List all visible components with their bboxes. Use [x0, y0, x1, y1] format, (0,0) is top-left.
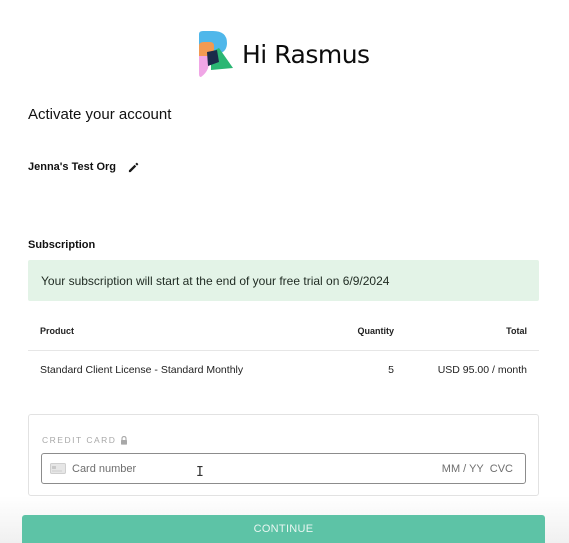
organization-name: Jenna's Test Org: [28, 161, 116, 173]
page-title: Activate your account: [28, 106, 172, 123]
column-header-quantity: Quantity: [357, 326, 394, 336]
trial-notice-banner: Your subscription will start at the end …: [28, 260, 539, 301]
text-cursor-icon: I: [196, 465, 204, 480]
card-number-input[interactable]: Card number MM / YY CVC: [41, 453, 526, 484]
column-header-product: Product: [40, 326, 75, 336]
expiry-placeholder[interactable]: MM / YY: [442, 463, 484, 475]
brand-logo: Hi Rasmus: [197, 30, 370, 78]
row-total: USD 95.00 / month: [437, 364, 527, 376]
column-header-total: Total: [506, 326, 527, 336]
brand-name: Hi Rasmus: [242, 39, 370, 69]
payment-card-box: CREDIT CARD Card number MM / YY CVC: [28, 414, 539, 496]
cvc-placeholder[interactable]: CVC: [490, 463, 513, 475]
pencil-icon[interactable]: [128, 162, 139, 173]
rasmus-r-logo-icon: [199, 31, 233, 77]
continue-button[interactable]: CONTINUE: [22, 515, 545, 543]
credit-card-icon: [50, 463, 66, 474]
subscription-heading: Subscription: [28, 239, 96, 251]
card-number-placeholder[interactable]: Card number: [72, 463, 442, 475]
credit-card-label-text: CREDIT CARD: [42, 435, 117, 445]
trial-notice-text: Your subscription will start at the end …: [41, 273, 390, 288]
table-row: Standard Client License - Standard Month…: [28, 351, 539, 389]
lock-icon: [120, 435, 128, 445]
credit-card-label: CREDIT CARD: [42, 435, 128, 445]
row-product: Standard Client License - Standard Month…: [40, 364, 244, 376]
table-header: Product Quantity Total: [28, 312, 539, 351]
subscription-table: Product Quantity Total Standard Client L…: [28, 312, 539, 389]
organization-row: Jenna's Test Org: [28, 161, 139, 173]
row-quantity: 5: [388, 364, 394, 376]
